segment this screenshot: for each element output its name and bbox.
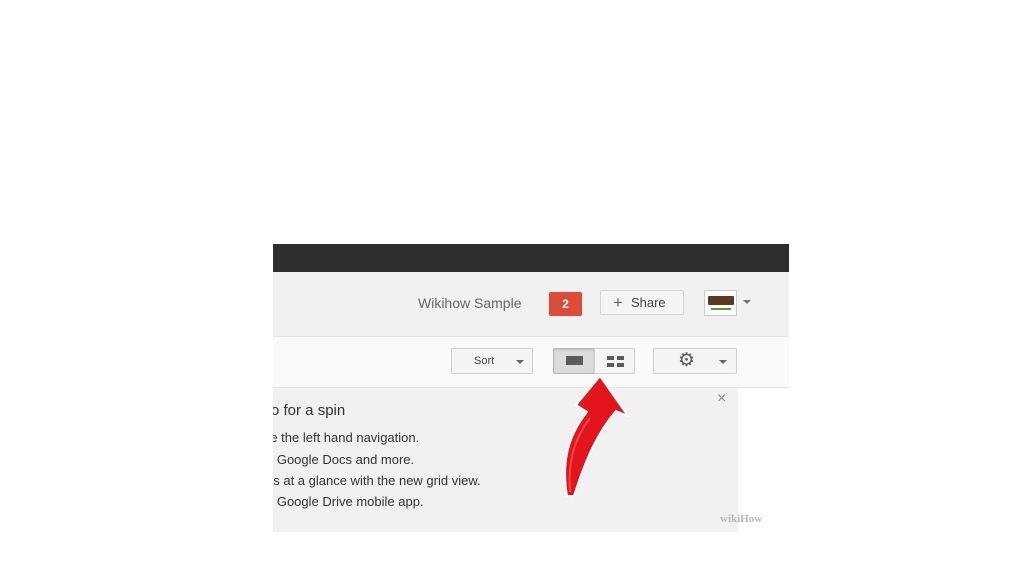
settings-button[interactable]: ⚙ [653, 348, 737, 374]
chevron-down-icon [719, 360, 727, 364]
promo-panel: o for a spin re the left hand navigation… [273, 388, 738, 532]
promo-line: e Google Docs and more. [273, 452, 415, 467]
annotation-arrow-icon [564, 375, 629, 497]
chevron-down-icon[interactable] [743, 300, 751, 304]
toolbar: Sort ⚙ [273, 337, 789, 388]
promo-line: es at a glance with the new grid view. [273, 473, 481, 488]
top-bar [273, 244, 789, 272]
close-icon[interactable]: × [717, 390, 726, 408]
wikihow-watermark: wikiHow [720, 513, 763, 525]
sort-button[interactable]: Sort [451, 348, 533, 374]
header-bar: Wikihow Sample 2 + Share [273, 272, 789, 337]
avatar[interactable] [704, 290, 737, 316]
drive-window: Wikihow Sample 2 + Share Sort ⚙ o for a … [273, 244, 789, 536]
sort-label: Sort [474, 355, 495, 367]
chevron-down-icon [516, 360, 524, 364]
share-button[interactable]: + Share [600, 290, 684, 315]
gear-icon: ⚙ [678, 350, 696, 371]
account-name: Wikihow Sample [418, 295, 522, 311]
plus-icon: + [613, 292, 623, 312]
share-label: Share [630, 295, 666, 310]
grid-view-icon [607, 356, 624, 367]
promo-line: re the left hand navigation. [273, 430, 420, 445]
promo-line: e Google Drive mobile app. [273, 494, 424, 509]
promo-title: o for a spin [273, 402, 346, 419]
notification-badge[interactable]: 2 [549, 292, 582, 316]
wikihow-logo-icon [707, 296, 734, 305]
list-view-icon [566, 356, 583, 365]
